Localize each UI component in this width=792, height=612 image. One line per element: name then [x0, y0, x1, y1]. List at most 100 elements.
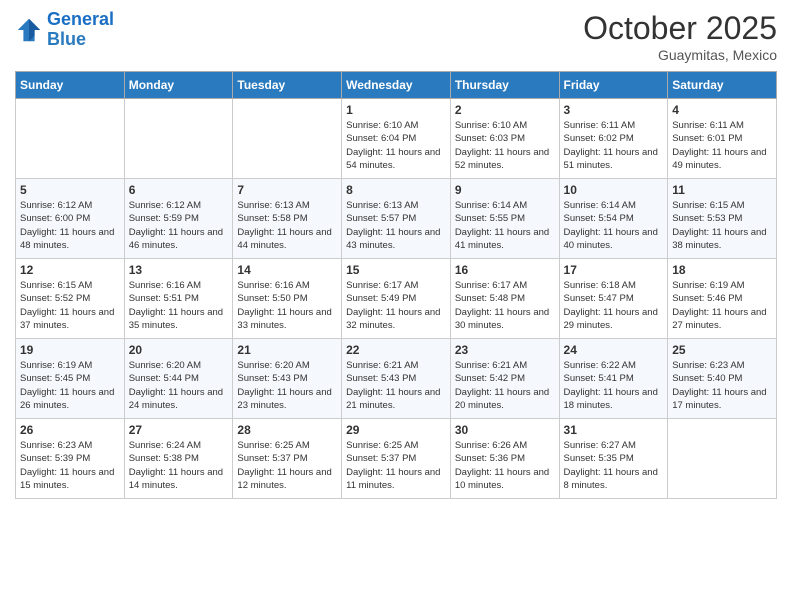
day-number: 22 — [346, 343, 446, 357]
day-number: 7 — [237, 183, 337, 197]
day-number: 17 — [564, 263, 664, 277]
sunset-text: Sunset: 5:43 PM — [237, 373, 307, 384]
day-number: 1 — [346, 103, 446, 117]
sunrise-text: Sunrise: 6:20 AM — [237, 360, 309, 371]
weekday-header-row: SundayMondayTuesdayWednesdayThursdayFrid… — [16, 72, 777, 99]
calendar-cell: 12Sunrise: 6:15 AMSunset: 5:52 PMDayligh… — [16, 259, 125, 339]
calendar-cell: 24Sunrise: 6:22 AMSunset: 5:41 PMDayligh… — [559, 339, 668, 419]
calendar-table: SundayMondayTuesdayWednesdayThursdayFrid… — [15, 71, 777, 499]
calendar-cell: 6 Sunrise: 6:12 AMSunset: 5:59 PMDaylight… — [124, 179, 233, 259]
day-number: 13 — [129, 263, 229, 277]
calendar-week-row: 12Sunrise: 6:15 AMSunset: 5:52 PMDayligh… — [16, 259, 777, 339]
sunset-text: Sunset: 5:49 PM — [346, 293, 416, 304]
day-number: 28 — [237, 423, 337, 437]
sunset-text: Sunset: 5:46 PM — [672, 293, 742, 304]
day-info: Sunrise: 6:14 AMSunset: 5:55 PMDaylight:… — [455, 199, 555, 252]
daylight-text: Daylight: 11 hours and 52 minutes. — [455, 147, 549, 171]
sunrise-text: Sunrise: 6:23 AM — [672, 360, 744, 371]
daylight-text: Daylight: 11 hours and 8 minutes. — [564, 467, 658, 491]
day-info: Sunrise: 6:17 AMSunset: 5:48 PMDaylight:… — [455, 279, 555, 332]
sunset-text: Sunset: 6:03 PM — [455, 133, 525, 144]
sunrise-text: Sunrise: 6:16 AM — [237, 280, 309, 291]
day-info: Sunrise: 6:17 AMSunset: 5:49 PMDaylight:… — [346, 279, 446, 332]
day-number: 27 — [129, 423, 229, 437]
daylight-text: Daylight: 11 hours and 10 minutes. — [455, 467, 549, 491]
daylight-text: Daylight: 11 hours and 24 minutes. — [129, 387, 223, 411]
month-title: October 2025 — [583, 10, 777, 47]
sunset-text: Sunset: 5:37 PM — [346, 453, 416, 464]
daylight-text: Daylight: 11 hours and 35 minutes. — [129, 307, 223, 331]
weekday-header-wednesday: Wednesday — [342, 72, 451, 99]
sunset-text: Sunset: 5:48 PM — [455, 293, 525, 304]
day-number: 5 — [20, 183, 120, 197]
daylight-text: Daylight: 11 hours and 26 minutes. — [20, 387, 114, 411]
day-number: 6 — [129, 183, 229, 197]
daylight-text: Daylight: 11 hours and 44 minutes. — [237, 227, 331, 251]
day-info: Sunrise: 6:26 AMSunset: 5:36 PMDaylight:… — [455, 439, 555, 492]
calendar-cell: 30Sunrise: 6:26 AMSunset: 5:36 PMDayligh… — [450, 419, 559, 499]
calendar-cell: 5Sunrise: 6:12 AMSunset: 6:00 PMDaylight… — [16, 179, 125, 259]
daylight-text: Daylight: 11 hours and 40 minutes. — [564, 227, 658, 251]
day-info: Sunrise: 6:27 AM Sunset: 5:35 PM Daylight:… — [564, 439, 664, 492]
calendar-week-row: 5Sunrise: 6:12 AMSunset: 6:00 PMDaylight… — [16, 179, 777, 259]
day-info: Sunrise: 6:10 AMSunset: 6:03 PMDaylight:… — [455, 119, 555, 172]
calendar-cell: 26Sunrise: 6:23 AMSunset: 5:39 PMDayligh… — [16, 419, 125, 499]
daylight-text: Daylight: 11 hours and 54 minutes. — [346, 147, 440, 171]
sunrise-text: Sunrise: 6:19 AM — [672, 280, 744, 291]
day-number: 24 — [564, 343, 664, 357]
day-number: 23 — [455, 343, 555, 357]
day-number: 2 — [455, 103, 555, 117]
calendar-cell: 22 Sunrise: 6:21 AM Sunset: 5:43 PM Dayligh… — [342, 339, 451, 419]
day-number: 18 — [672, 263, 772, 277]
sunset-text: Sunset: 5:43 PM — [346, 373, 416, 384]
calendar-cell — [233, 99, 342, 179]
sunrise-text: Sunrise: 6:11 AM — [564, 120, 636, 131]
calendar-cell: 15Sunrise: 6:17 AMSunset: 5:49 PMDayligh… — [342, 259, 451, 339]
day-info: Sunrise: 6:23 AMSunset: 5:39 PMDaylight:… — [20, 439, 120, 492]
calendar-week-row: 1Sunrise: 6:10 AMSunset: 6:04 PMDaylight… — [16, 99, 777, 179]
calendar-cell: 21Sunrise: 6:20 AMSunset: 5:43 PMDayligh… — [233, 339, 342, 419]
daylight-text: Daylight: 11 hours and 38 minutes. — [672, 227, 766, 251]
sunrise-text: Sunrise: 6:25 AM — [237, 440, 309, 451]
sunset-text: Sunset: 5:59 PM — [129, 213, 199, 224]
day-info: Sunrise: 6:12 AMSunset: 5:59 PMDaylight:… — [129, 199, 229, 252]
sunset-text: Sunset: 5:37 PM — [237, 453, 307, 464]
sunset-text: Sunset: 5:45 PM — [20, 373, 90, 384]
day-info: Sunrise: 6:21 AM Sunset: 5:43 PM Daylight:… — [346, 359, 446, 412]
calendar-cell: 16Sunrise: 6:17 AMSunset: 5:48 PMDayligh… — [450, 259, 559, 339]
calendar-cell — [668, 419, 777, 499]
sunset-text: Sunset: 5:35 PM — [564, 453, 634, 464]
sunset-text: Sunset: 5:53 PM — [672, 213, 742, 224]
day-number: 10 — [564, 183, 664, 197]
day-number: 3 — [564, 103, 664, 117]
day-info: Sunrise: 6:19 AMSunset: 5:46 PMDaylight:… — [672, 279, 772, 332]
location: Guaymitas, Mexico — [583, 47, 777, 63]
day-number: 31 — [564, 423, 664, 437]
sunset-text: Sunset: 6:02 PM — [564, 133, 634, 144]
weekday-header-sunday: Sunday — [16, 72, 125, 99]
day-info: Sunrise: 6:24 AMSunset: 5:38 PMDaylight:… — [129, 439, 229, 492]
calendar-cell: 9Sunrise: 6:14 AMSunset: 5:55 PMDaylight… — [450, 179, 559, 259]
day-info: Sunrise: 6:16 AMSunset: 5:50 PMDaylight:… — [237, 279, 337, 332]
daylight-text: Daylight: 11 hours and 41 minutes. — [455, 227, 549, 251]
day-info: Sunrise: 6:11 AMSunset: 6:01 PMDaylight:… — [672, 119, 772, 172]
day-number: 25 — [672, 343, 772, 357]
sunrise-text: Sunrise: 6:21 AM — [346, 360, 418, 371]
daylight-text: Daylight: 11 hours and 21 minutes. — [346, 387, 440, 411]
calendar-cell: 2 Sunrise: 6:10 AMSunset: 6:03 PMDaylight… — [450, 99, 559, 179]
logo-line2: Blue — [47, 29, 86, 49]
day-info: Sunrise: 6:20 AMSunset: 5:43 PMDaylight:… — [237, 359, 337, 412]
daylight-text: Daylight: 11 hours and 11 minutes. — [346, 467, 440, 491]
sunrise-text: Sunrise: 6:14 AM — [564, 200, 636, 211]
sunrise-text: Sunrise: 6:27 AM — [564, 440, 636, 451]
daylight-text: Daylight: 11 hours and 20 minutes. — [455, 387, 549, 411]
sunset-text: Sunset: 6:01 PM — [672, 133, 742, 144]
day-number: 19 — [20, 343, 120, 357]
sunset-text: Sunset: 6:00 PM — [20, 213, 90, 224]
calendar-cell: 18Sunrise: 6:19 AMSunset: 5:46 PMDayligh… — [668, 259, 777, 339]
calendar-cell: 3Sunrise: 6:11 AMSunset: 6:02 PMDaylight… — [559, 99, 668, 179]
calendar-cell: 11Sunrise: 6:15 AMSunset: 5:53 PMDayligh… — [668, 179, 777, 259]
sunset-text: Sunset: 5:39 PM — [20, 453, 90, 464]
weekday-header-thursday: Thursday — [450, 72, 559, 99]
day-number: 4 — [672, 103, 772, 117]
